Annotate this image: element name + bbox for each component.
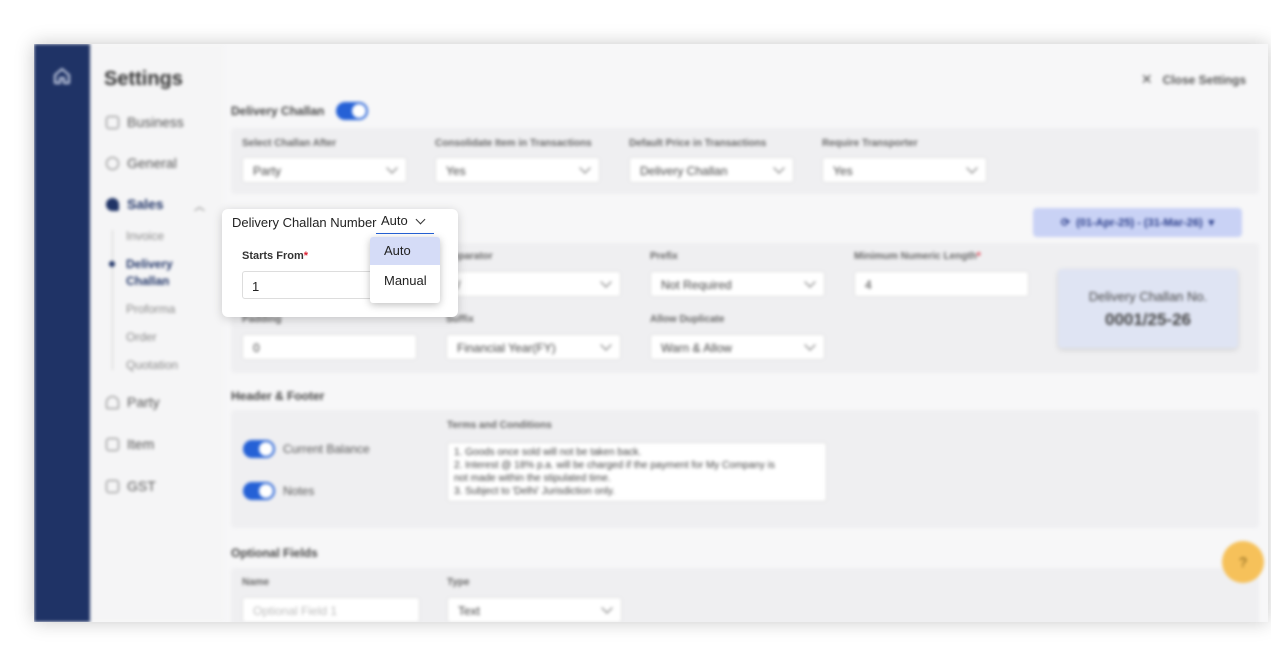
field-label: Select Challan After bbox=[242, 138, 337, 149]
chevron-up-icon[interactable]: ︿ bbox=[194, 198, 205, 214]
sidebar-item-label: Item bbox=[127, 436, 155, 452]
terms-line: 3. Subject to 'Delhi' Jurisdiction only. bbox=[454, 486, 615, 497]
sidebar-item-label: Sales bbox=[127, 196, 164, 212]
sidebar-item-label: General bbox=[127, 155, 177, 171]
chevron-down-icon: ▾ bbox=[1208, 217, 1215, 229]
sidebar-sub-invoice[interactable]: Invoice bbox=[126, 228, 164, 245]
help-button[interactable]: ? bbox=[1222, 541, 1264, 583]
padding-input[interactable]: 0 bbox=[242, 334, 417, 360]
delivery-challan-heading: Delivery Challan bbox=[231, 104, 325, 118]
sidebar-item-label: Business bbox=[127, 114, 184, 130]
fy-range-label: (01-Apr-25) - (31-Mar-26) bbox=[1076, 216, 1203, 229]
allow-duplicate-select[interactable]: Warn & Allow bbox=[650, 334, 825, 360]
sidebar-sub-proforma[interactable]: Proforma bbox=[126, 301, 175, 318]
numbering-mode-value: Auto bbox=[381, 213, 408, 228]
notes-label: Notes bbox=[283, 484, 315, 498]
tag-outline-icon bbox=[106, 437, 119, 451]
header-footer-heading: Header & Footer bbox=[231, 389, 325, 403]
active-dot bbox=[109, 261, 115, 267]
receipt-icon bbox=[106, 479, 119, 493]
preview-title: Delivery Challan No. bbox=[1088, 289, 1208, 304]
terms-textarea[interactable]: 1. Goods once sold will not be taken bac… bbox=[447, 442, 827, 502]
min-length-input[interactable]: 4 bbox=[854, 271, 1029, 297]
delivery-challan-toggle[interactable] bbox=[336, 102, 368, 120]
field-label: Default Price in Transactions bbox=[629, 138, 767, 149]
settings-window: Settings Business General Sales ︿ Invoic… bbox=[34, 44, 1268, 622]
sidebar-item-sales[interactable]: Sales bbox=[106, 196, 164, 212]
financial-year-button[interactable]: ⟳ (01-Apr-25) - (31-Mar-26) ▾ bbox=[1033, 208, 1242, 237]
suffix-select[interactable]: Financial Year(FY) bbox=[446, 334, 621, 360]
prefix-select[interactable]: Not Required bbox=[650, 271, 825, 297]
sales-subtree-line bbox=[112, 230, 113, 370]
refresh-icon: ⟳ bbox=[1060, 217, 1071, 229]
sidebar-sub-delivery[interactable]: Delivery bbox=[126, 256, 173, 273]
consolidate-item-select[interactable]: Yes bbox=[435, 157, 600, 183]
tag-icon bbox=[106, 197, 119, 211]
require-transporter-select[interactable]: Yes bbox=[822, 157, 987, 183]
current-balance-toggle[interactable] bbox=[243, 440, 275, 458]
starts-from-input[interactable]: 1 bbox=[242, 271, 382, 299]
sidebar-item-label: GST bbox=[127, 478, 156, 494]
optional-field-type-select[interactable]: Text bbox=[447, 597, 622, 622]
type-label: Type bbox=[447, 577, 470, 588]
briefcase-icon bbox=[106, 115, 119, 129]
option-manual[interactable]: Manual bbox=[370, 267, 440, 295]
sidebar-sub-order[interactable]: Order bbox=[126, 329, 157, 346]
allow-duplicate-label: Allow Duplicate bbox=[650, 314, 725, 325]
gear-icon bbox=[106, 156, 119, 170]
sidebar-item-gst[interactable]: GST bbox=[106, 478, 156, 494]
select-challan-after-select[interactable]: Party bbox=[242, 157, 407, 183]
preview-number: 0001/25-26 bbox=[1104, 310, 1192, 329]
default-price-select[interactable]: Delivery Challan bbox=[629, 157, 794, 183]
starts-from-label: Starts From* bbox=[242, 250, 309, 262]
sidebar-item-general[interactable]: General bbox=[106, 155, 177, 171]
sidebar-sub-challan[interactable]: Challan bbox=[126, 273, 169, 290]
sidebar-item-item[interactable]: Item bbox=[106, 436, 154, 452]
app-rail bbox=[34, 44, 90, 622]
notes-toggle[interactable] bbox=[243, 482, 275, 500]
prefix-label: Prefix bbox=[650, 251, 678, 262]
current-balance-label: Current Balance bbox=[283, 442, 370, 456]
popover-title: Delivery Challan Number bbox=[232, 215, 377, 230]
field-label: Consolidate Item in Transactions bbox=[435, 138, 592, 149]
sidebar-sub-quotation[interactable]: Quotation bbox=[126, 357, 178, 374]
min-length-label: Minimum Numeric Length* bbox=[854, 251, 981, 262]
page-title: Settings bbox=[104, 68, 183, 90]
sidebar-item-party[interactable]: Party bbox=[106, 394, 160, 410]
sidebar-item-business[interactable]: Business bbox=[106, 114, 184, 130]
numbering-mode-dropdown: Auto Manual bbox=[370, 237, 440, 303]
terms-line: not made within the stipulated time. bbox=[454, 473, 611, 484]
option-auto[interactable]: Auto bbox=[370, 237, 440, 265]
sidebar-item-label: Party bbox=[127, 394, 160, 410]
name-label: Name bbox=[242, 577, 270, 588]
number-preview-card: Delivery Challan No. 0001/25-26 bbox=[1058, 269, 1238, 348]
separator-select[interactable]: / bbox=[446, 271, 621, 297]
numbering-mode-select[interactable]: Auto bbox=[376, 213, 434, 234]
main-content: Delivery Challan Select Challan After Pa… bbox=[225, 44, 1268, 622]
terms-line: 2. Interest @ 18% p.a. will be charged i… bbox=[454, 460, 775, 471]
user-icon bbox=[106, 395, 119, 409]
terms-line: 1. Goods once sold will not be taken bac… bbox=[454, 447, 642, 458]
optional-field-name-input[interactable]: Optional Field 1 bbox=[242, 597, 420, 622]
settings-sidebar bbox=[90, 44, 224, 622]
field-label: Require Transporter bbox=[822, 138, 918, 149]
home-icon[interactable] bbox=[53, 67, 71, 85]
optional-fields-heading: Optional Fields bbox=[231, 546, 318, 560]
chat-help-icon: ? bbox=[1239, 554, 1247, 570]
blurred-background: Settings Business General Sales ︿ Invoic… bbox=[34, 44, 1268, 622]
terms-label: Terms and Conditions bbox=[447, 420, 552, 431]
chevron-down-icon bbox=[415, 214, 426, 225]
